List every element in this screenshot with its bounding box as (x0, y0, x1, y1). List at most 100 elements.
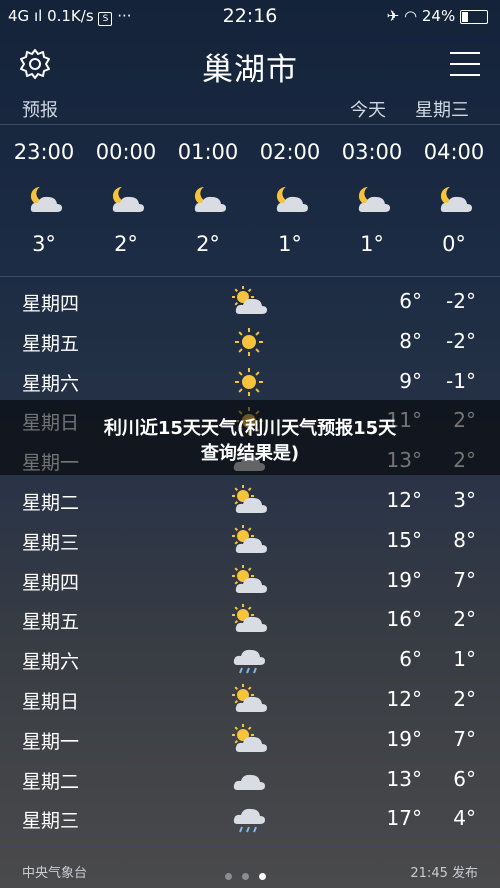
daily-row[interactable]: 星期日 12° 2° (0, 680, 500, 720)
low-temp: 7° (453, 726, 476, 751)
rain-icon (231, 803, 267, 839)
low-temp: 2° (453, 607, 476, 632)
daily-row[interactable]: 星期六 9° -1° (0, 362, 500, 402)
daily-row[interactable]: 星期二 12° 3° (0, 481, 500, 521)
hourly-item: 01:00 2° (168, 140, 248, 270)
moon-cloud-icon (436, 184, 472, 220)
hour-temp: 1° (360, 232, 384, 256)
hour-time: 03:00 (341, 140, 403, 164)
high-temp: 6° (399, 647, 422, 672)
sun-cloud-icon (231, 485, 267, 521)
daily-row[interactable]: 星期五 16° 2° (0, 600, 500, 640)
low-temp: -2° (446, 328, 476, 353)
daily-row[interactable]: 星期六 6° 1° (0, 640, 500, 680)
day-name: 星期二 (22, 770, 80, 793)
today-label: 今天 (350, 100, 386, 121)
day-name: 星期日 (22, 691, 80, 713)
moon-cloud-icon (272, 184, 308, 220)
battery-percent: 24% (421, 7, 456, 25)
hourly-forecast: 23:00 3° 00:00 2° 01:00 2° 02:00 1° 03:00 1° 04:00… (0, 140, 500, 270)
page-dot-active[interactable] (259, 873, 266, 880)
sun-cloud-icon (231, 684, 267, 720)
low-temp: 2° (453, 687, 476, 711)
sun-icon (231, 326, 267, 362)
weekday-label: 星期三 (415, 100, 469, 121)
status-right: ✈ ◠ 24% (387, 7, 488, 25)
daily-row[interactable]: 星期二 13° 6° (0, 760, 500, 800)
hour-time: 23:00 (13, 140, 75, 164)
moon-cloud-icon (26, 184, 62, 220)
day-name: 星期六 (22, 372, 80, 395)
low-temp: -1° (446, 368, 476, 393)
menu-icon[interactable] (450, 52, 480, 76)
hour-time: 00:00 (95, 140, 157, 164)
hourly-item: 00:00 2° (86, 140, 166, 270)
high-temp: 19° (386, 567, 422, 592)
high-temp: 9° (399, 368, 422, 393)
hour-temp: 1° (278, 232, 302, 256)
page-indicator[interactable] (225, 865, 276, 884)
low-temp: -2° (446, 289, 476, 313)
moon-cloud-icon (108, 184, 144, 220)
daily-row[interactable]: 星期四 6° -2° (0, 282, 500, 322)
divider (0, 846, 500, 847)
day-name: 星期三 (22, 810, 80, 833)
low-temp: 6° (453, 766, 476, 791)
hour-temp: 0° (442, 232, 466, 256)
day-name: 星期三 (22, 531, 80, 554)
sun-cloud-icon (231, 604, 267, 640)
forecast-label: 预报 (22, 100, 58, 121)
day-name: 星期四 (22, 293, 80, 315)
low-temp: 1° (453, 647, 476, 672)
high-temp: 8° (399, 328, 422, 353)
cloud-icon (231, 764, 267, 800)
hour-time: 04:00 (423, 140, 485, 164)
day-name: 星期六 (22, 651, 80, 674)
moon-cloud-icon (354, 184, 390, 220)
daily-row[interactable]: 星期四 19° 7° (0, 561, 500, 601)
mute-icon: ✈ (386, 7, 400, 25)
sun-cloud-icon (231, 564, 267, 601)
divider (0, 124, 500, 125)
caption-line-2: 查询结果是) (200, 443, 300, 464)
rain-icon (231, 644, 267, 680)
day-name: 星期四 (22, 571, 80, 594)
hour-time: 01:00 (177, 140, 239, 164)
hourly-item: 02:00 1° (250, 140, 330, 270)
hourly-item: 23:00 3° (4, 140, 84, 270)
sun-cloud-icon (231, 286, 267, 322)
daily-row[interactable]: 星期五 8° -2° (0, 322, 500, 362)
daily-row[interactable]: 星期三 15° 8° (0, 521, 500, 561)
high-temp: 17° (386, 806, 422, 831)
low-temp: 4° (453, 806, 476, 831)
daily-forecast: 星期四6°-2°星期五8°-2°星期六9°-1°星期日11°2°星期一13°2°… (0, 282, 500, 842)
hour-temp: 2° (196, 232, 220, 256)
day-name: 星期一 (22, 730, 80, 753)
hour-temp: 2° (114, 232, 138, 256)
caption-text: 利川近15天天气(利川天气预报15天 查询结果是) (40, 416, 460, 466)
divider (0, 276, 500, 277)
city-title: 巢湖市 (202, 52, 298, 88)
day-name: 星期二 (22, 492, 80, 514)
high-temp: 15° (386, 527, 422, 552)
low-temp: 3° (453, 488, 476, 512)
high-temp: 16° (386, 607, 422, 632)
source-label: 中央气象台 (22, 866, 88, 881)
sun-cloud-icon (231, 524, 267, 561)
footer: 中央气象台 21:45 发布 (0, 848, 500, 888)
page-dot[interactable] (242, 873, 249, 880)
high-temp: 12° (386, 687, 422, 711)
daily-row[interactable]: 星期三 17° 4° (0, 799, 500, 839)
daily-row[interactable]: 星期一 19° 7° (0, 720, 500, 760)
hour-time: 02:00 (259, 140, 321, 164)
high-temp: 12° (386, 488, 422, 512)
sun-cloud-icon (231, 723, 267, 760)
publish-time: 21:45 发布 (410, 866, 478, 881)
high-temp: 6° (399, 289, 422, 313)
moon-cloud-icon (190, 184, 226, 220)
status-bar: 4G ıl 0.1K/s S ··· 22:16 ✈ ◠ 24% (0, 0, 500, 34)
page-dot[interactable] (225, 873, 232, 880)
day-name: 星期五 (22, 611, 80, 634)
sun-icon (231, 366, 267, 402)
hour-temp: 3° (32, 232, 56, 256)
